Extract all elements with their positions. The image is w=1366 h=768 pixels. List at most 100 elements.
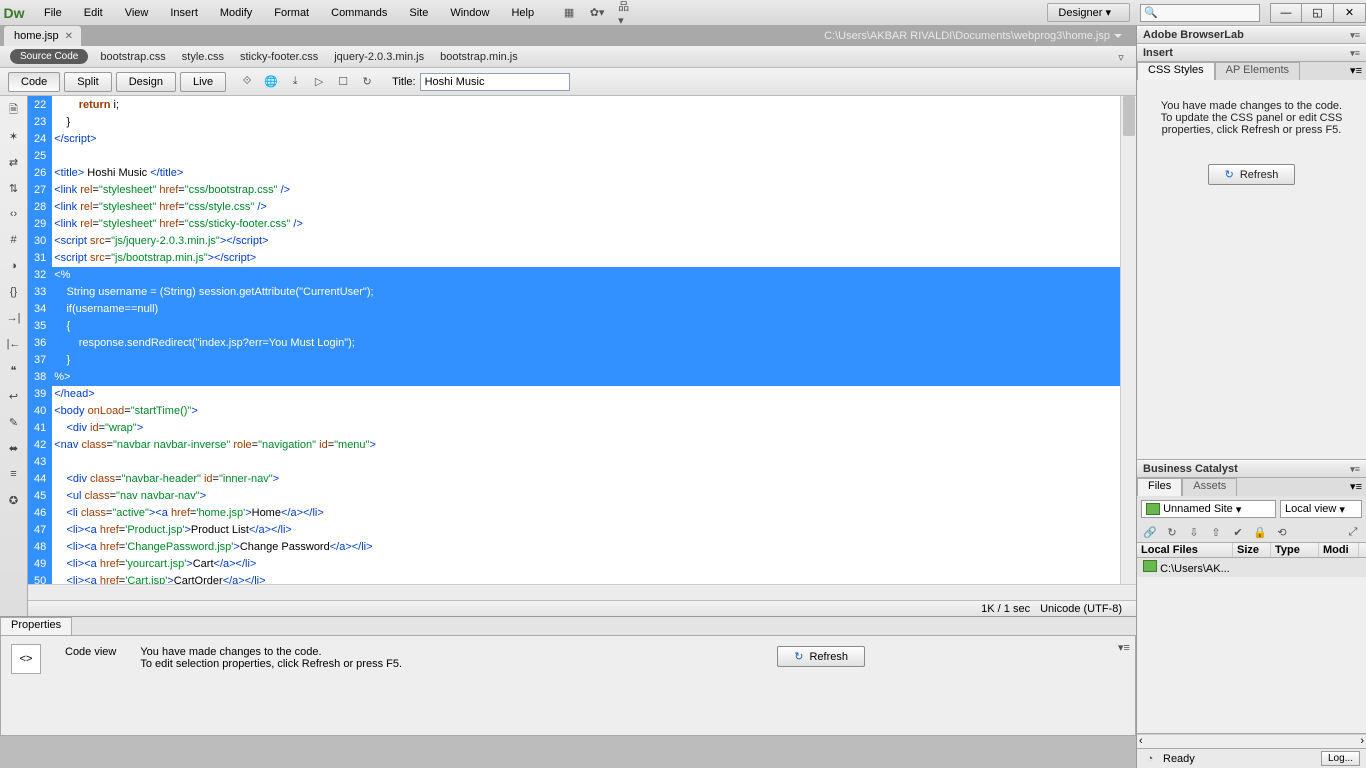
highlight-icon[interactable]: ◑ <box>6 258 22 274</box>
open-docs-icon[interactable]: 🗎 <box>6 102 22 118</box>
col-modified[interactable]: Modi <box>1319 543 1359 557</box>
menu-format[interactable]: Format <box>264 3 319 23</box>
minimize-button[interactable]: — <box>1270 3 1302 23</box>
wrap-icon[interactable]: ↩ <box>6 388 22 404</box>
close-tab-icon[interactable]: ✕ <box>65 31 73 42</box>
outdent-icon[interactable]: |← <box>6 336 22 352</box>
properties-mode: Code view <box>65 644 116 658</box>
related-file[interactable]: style.css <box>182 51 224 63</box>
globe-icon[interactable]: 🌐 <box>264 75 278 89</box>
menu-help[interactable]: Help <box>501 3 544 23</box>
design-view-button[interactable]: Design <box>116 72 176 92</box>
col-localfiles[interactable]: Local Files <box>1137 543 1233 557</box>
syntax-icon[interactable]: {} <box>6 284 22 300</box>
workspace-switcher[interactable]: Designer ▾ <box>1047 3 1130 22</box>
refresh-icon: ↻ <box>1225 168 1234 181</box>
checkout-icon[interactable]: ✔ <box>1231 525 1245 539</box>
menu-edit[interactable]: Edit <box>74 3 113 23</box>
business-catalyst-head[interactable]: Business Catalyst▾≡ <box>1137 460 1366 478</box>
check-icon[interactable]: ✪ <box>6 492 22 508</box>
format-icon[interactable]: ≡ <box>6 466 22 482</box>
main-menu: FileEditViewInsertModifyFormatCommandsSi… <box>34 3 544 23</box>
checkin-icon[interactable]: 🔒 <box>1253 525 1267 539</box>
live-code-icon[interactable]: ⟐ <box>240 75 254 89</box>
collapse-icon[interactable]: ✶ <box>6 128 22 144</box>
col-type[interactable]: Type <box>1271 543 1319 557</box>
menu-window[interactable]: Window <box>440 3 499 23</box>
horizontal-scrollbar[interactable] <box>28 584 1136 600</box>
expand-files-icon[interactable]: ⤢ <box>1346 525 1360 539</box>
split-view-button[interactable]: Split <box>64 72 111 92</box>
title-label: Title: <box>392 76 415 88</box>
move-css-icon[interactable]: ⬌ <box>6 440 22 456</box>
put-icon[interactable]: ⇧ <box>1209 525 1223 539</box>
balance-braces-icon[interactable]: ‹› <box>6 206 22 222</box>
panel-menu-icon[interactable]: ▾≡ <box>1346 62 1366 80</box>
status-bar: 1K / 1 sec Unicode (UTF-8) <box>28 600 1136 616</box>
document-tab[interactable]: home.jsp ✕ <box>4 26 81 46</box>
css-msg2: To update the CSS panel or edit CSS prop… <box>1145 112 1358 136</box>
refresh-icon[interactable]: ↻ <box>360 75 374 89</box>
col-size[interactable]: Size <box>1233 543 1271 557</box>
related-file[interactable]: bootstrap.css <box>100 51 165 63</box>
code-editor[interactable]: 22 23 24 25 26 27 28 29 30 31 32 33 34 3… <box>28 96 1136 584</box>
menu-commands[interactable]: Commands <box>321 3 397 23</box>
path-dropdown-icon[interactable] <box>1114 34 1122 38</box>
sync-icon[interactable]: ⟲ <box>1275 525 1289 539</box>
properties-refresh-button[interactable]: ↻Refresh <box>777 646 865 667</box>
close-button[interactable]: ✕ <box>1334 3 1366 23</box>
document-tab-label: home.jsp <box>14 30 59 42</box>
search-input[interactable] <box>1140 4 1260 22</box>
file-mgmt-icon[interactable]: ☐ <box>336 75 350 89</box>
css-styles-tab[interactable]: CSS Styles <box>1137 62 1215 80</box>
live-view-button[interactable]: Live <box>180 72 226 92</box>
ap-elements-tab[interactable]: AP Elements <box>1215 62 1300 80</box>
related-file[interactable]: jquery-2.0.3.min.js <box>334 51 424 63</box>
view-toolbar: Code Split Design Live ⟐ 🌐 ⤓ ▷ ☐ ↻ Title… <box>0 68 1136 96</box>
code-view-button[interactable]: Code <box>8 72 60 92</box>
menu-site[interactable]: Site <box>399 3 438 23</box>
files-tab[interactable]: Files <box>1137 478 1182 496</box>
select-parent-icon[interactable]: ⇅ <box>6 180 22 196</box>
site-icon[interactable]: 品▾ <box>618 6 632 20</box>
related-file[interactable]: sticky-footer.css <box>240 51 318 63</box>
menu-view[interactable]: View <box>115 3 159 23</box>
menu-modify[interactable]: Modify <box>210 3 262 23</box>
folder-icon <box>1146 503 1160 515</box>
vertical-scrollbar[interactable] <box>1120 96 1136 584</box>
site-select[interactable]: Unnamed Site ▾ <box>1141 500 1276 518</box>
properties-tab[interactable]: Properties <box>0 617 72 635</box>
panel-menu-icon[interactable]: ▾≡ <box>1346 478 1366 496</box>
maximize-button[interactable]: ◱ <box>1302 3 1334 23</box>
menu-file[interactable]: File <box>34 3 72 23</box>
expand-icon[interactable]: ⇄ <box>6 154 22 170</box>
code-area[interactable]: return i; }</script> <title> Hoshi Music… <box>52 96 1120 584</box>
layout-icon[interactable]: ▦ <box>562 6 576 20</box>
properties-menu-icon[interactable]: ▾≡ <box>1117 640 1131 654</box>
recent-snippets-icon[interactable]: ✎ <box>6 414 22 430</box>
log-button[interactable]: Log... <box>1321 751 1360 766</box>
css-refresh-button[interactable]: ↻Refresh <box>1208 164 1296 185</box>
source-code-pill[interactable]: Source Code <box>10 49 88 64</box>
refresh-files-icon[interactable]: ↻ <box>1165 525 1179 539</box>
assets-tab[interactable]: Assets <box>1182 478 1237 496</box>
insert-panel-head[interactable]: Insert▾≡ <box>1137 44 1366 62</box>
line-numbers-icon[interactable]: # <box>6 232 22 248</box>
connect-icon[interactable]: 🔗 <box>1143 525 1157 539</box>
browserlab-panel-head[interactable]: Adobe BrowserLab▾≡ <box>1137 26 1366 44</box>
file-size-status: 1K / 1 sec <box>981 603 1030 615</box>
comment-icon[interactable]: ❝ <box>6 362 22 378</box>
folder-icon <box>1143 560 1157 572</box>
file-row[interactable]: C:\Users\AK... <box>1137 558 1366 577</box>
menu-insert[interactable]: Insert <box>160 3 208 23</box>
title-input[interactable] <box>420 73 570 91</box>
inspect-icon[interactable]: ⤓ <box>288 75 302 89</box>
filter-icon[interactable]: ▿ <box>1114 50 1128 64</box>
view-select[interactable]: Local view ▾ <box>1280 500 1362 518</box>
browse-icon[interactable]: ▷ <box>312 75 326 89</box>
extend-icon[interactable]: ✿▾ <box>590 6 604 20</box>
get-icon[interactable]: ⇩ <box>1187 525 1201 539</box>
related-file[interactable]: bootstrap.min.js <box>440 51 518 63</box>
indent-icon[interactable]: →| <box>6 310 22 326</box>
properties-panel: Properties <> Code view You have made ch… <box>0 616 1136 736</box>
